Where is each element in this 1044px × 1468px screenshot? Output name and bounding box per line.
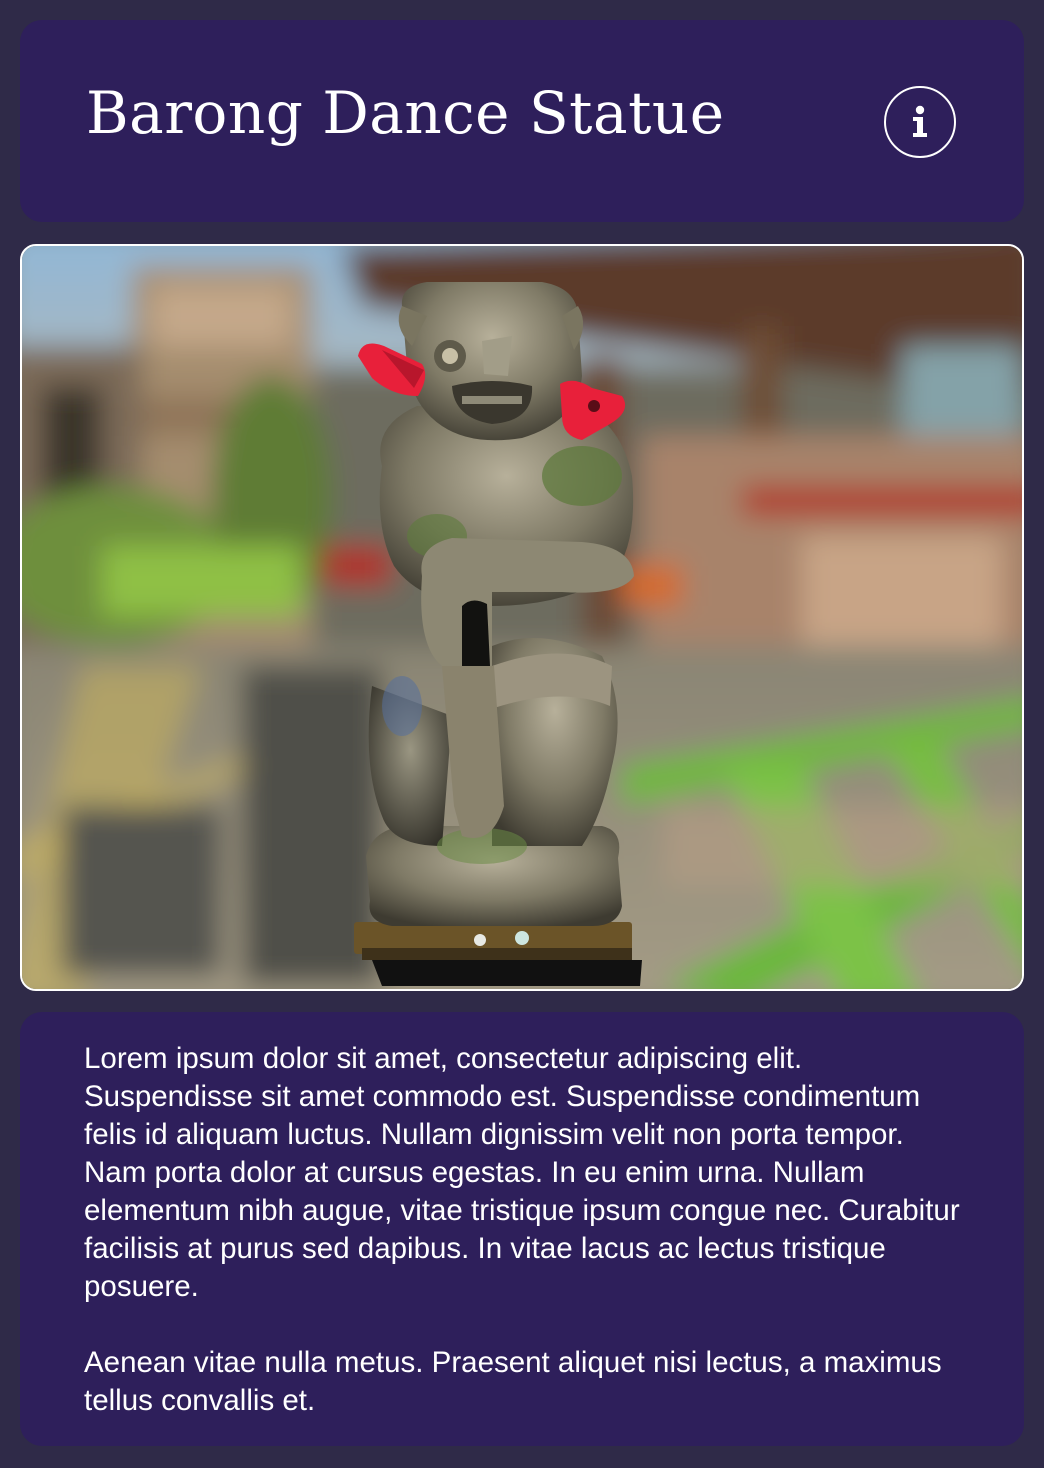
description-paragraph: Aenean vitae nulla metus. Praesent aliqu… [84,1346,942,1417]
header-card: Barong Dance Statue [20,20,1024,222]
info-icon [913,105,927,137]
description-paragraph: Lorem ipsum dolor sit amet, consectetur … [84,1042,960,1303]
statue-scene [22,246,1022,989]
description-card: Lorem ipsum dolor sit amet, consectetur … [20,1012,1024,1446]
info-button[interactable] [884,86,956,158]
model-viewer[interactable] [20,244,1024,991]
page-title: Barong Dance Statue [86,79,725,147]
